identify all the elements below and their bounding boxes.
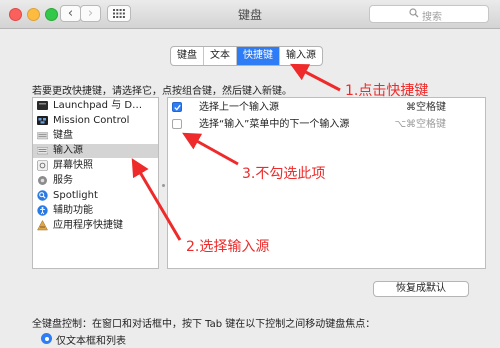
shortcut-label: 选择“输入”菜单中的下一个输入源 — [199, 119, 350, 130]
full-keyboard-access-label: 全键盘控制：在窗口和对话框中，按下 Tab 键在以下控制之间移动键盘焦点： — [32, 319, 376, 330]
tab-input-sources[interactable]: 输入源 — [280, 47, 322, 65]
list-item-launchpad[interactable]: Launchpad 与 D… — [33, 99, 158, 113]
list-item-app-shortcuts[interactable]: 应用程序快捷键 — [33, 219, 158, 233]
instruction-text: 若要更改快捷键，请选择它，点按组合键，然后键入新键。 — [32, 86, 292, 97]
annotation-step-2: 2.选择输入源 — [186, 239, 270, 255]
window-title: 键盘 — [237, 8, 262, 22]
checkmark-icon — [174, 104, 181, 111]
search-field[interactable]: 搜索 — [369, 5, 489, 23]
category-list: Launchpad 与 D… Mission Control 键盘 输入源 屏幕… — [32, 97, 159, 269]
shortcut-key[interactable]: ⌥⌘空格键 — [394, 116, 446, 133]
tab-text[interactable]: 文本 — [204, 47, 237, 65]
grid-icon — [113, 9, 125, 18]
arrow-to-shortcuts-tab — [290, 63, 341, 92]
app-shortcuts-icon — [37, 220, 48, 231]
list-item-keyboard[interactable]: 键盘 — [33, 129, 158, 143]
chevron-right-icon: › — [87, 6, 94, 21]
list-item-screenshots[interactable]: 屏幕快照 — [33, 159, 158, 173]
keyboard-icon — [37, 132, 48, 140]
show-all-button[interactable] — [107, 5, 131, 22]
annotation-step-3: 3.不勾选此项 — [242, 166, 326, 182]
list-item-services[interactable]: 服务 — [33, 174, 158, 188]
split-divider-handle[interactable] — [162, 184, 165, 187]
back-button[interactable]: ‹ — [60, 5, 81, 22]
spotlight-icon — [37, 190, 48, 201]
search-icon — [409, 8, 419, 18]
tab-shortcuts[interactable]: 快捷键 — [237, 47, 280, 65]
launchpad-icon — [37, 101, 48, 110]
list-item-input-sources[interactable]: 输入源 — [33, 144, 158, 158]
shortcut-row-next-source[interactable]: 选择“输入”菜单中的下一个输入源 ⌥⌘空格键 — [168, 116, 485, 133]
radio-option-label: 仅文本框和列表 — [56, 336, 126, 347]
tab-bar: 键盘 文本 快捷键 输入源 — [170, 46, 323, 66]
tab-keyboard[interactable]: 键盘 — [171, 47, 204, 65]
forward-button[interactable]: › — [80, 5, 101, 22]
list-item-mission-control[interactable]: Mission Control — [33, 114, 158, 128]
checkbox-next-source[interactable] — [172, 119, 182, 129]
checkbox-previous-source[interactable] — [172, 102, 182, 112]
list-item-accessibility[interactable]: 辅助功能 — [33, 204, 158, 218]
annotation-step-1: 1.点击快捷键 — [345, 83, 429, 99]
title-bar: ‹ › 键盘 搜索 — [0, 0, 500, 29]
list-item-spotlight[interactable]: Spotlight — [33, 189, 158, 203]
search-placeholder: 搜索 — [422, 12, 442, 23]
shortcut-key[interactable]: ⌘空格键 — [406, 99, 446, 116]
shortcut-row-previous-source[interactable]: 选择上一个输入源 ⌘空格键 — [168, 99, 485, 116]
screenshot-icon — [37, 160, 48, 171]
services-gear-icon — [38, 176, 47, 185]
input-source-icon — [37, 147, 48, 155]
zoom-window-button[interactable] — [45, 8, 58, 21]
chevron-left-icon: ‹ — [67, 6, 74, 21]
mission-control-icon — [37, 116, 48, 125]
accessibility-icon — [37, 205, 48, 216]
shortcut-label: 选择上一个输入源 — [199, 102, 279, 113]
minimize-window-button[interactable] — [27, 8, 40, 21]
restore-defaults-button[interactable]: 恢复成默认 — [373, 281, 469, 297]
radio-text-boxes-lists[interactable] — [41, 333, 52, 344]
close-window-button[interactable] — [9, 8, 22, 21]
